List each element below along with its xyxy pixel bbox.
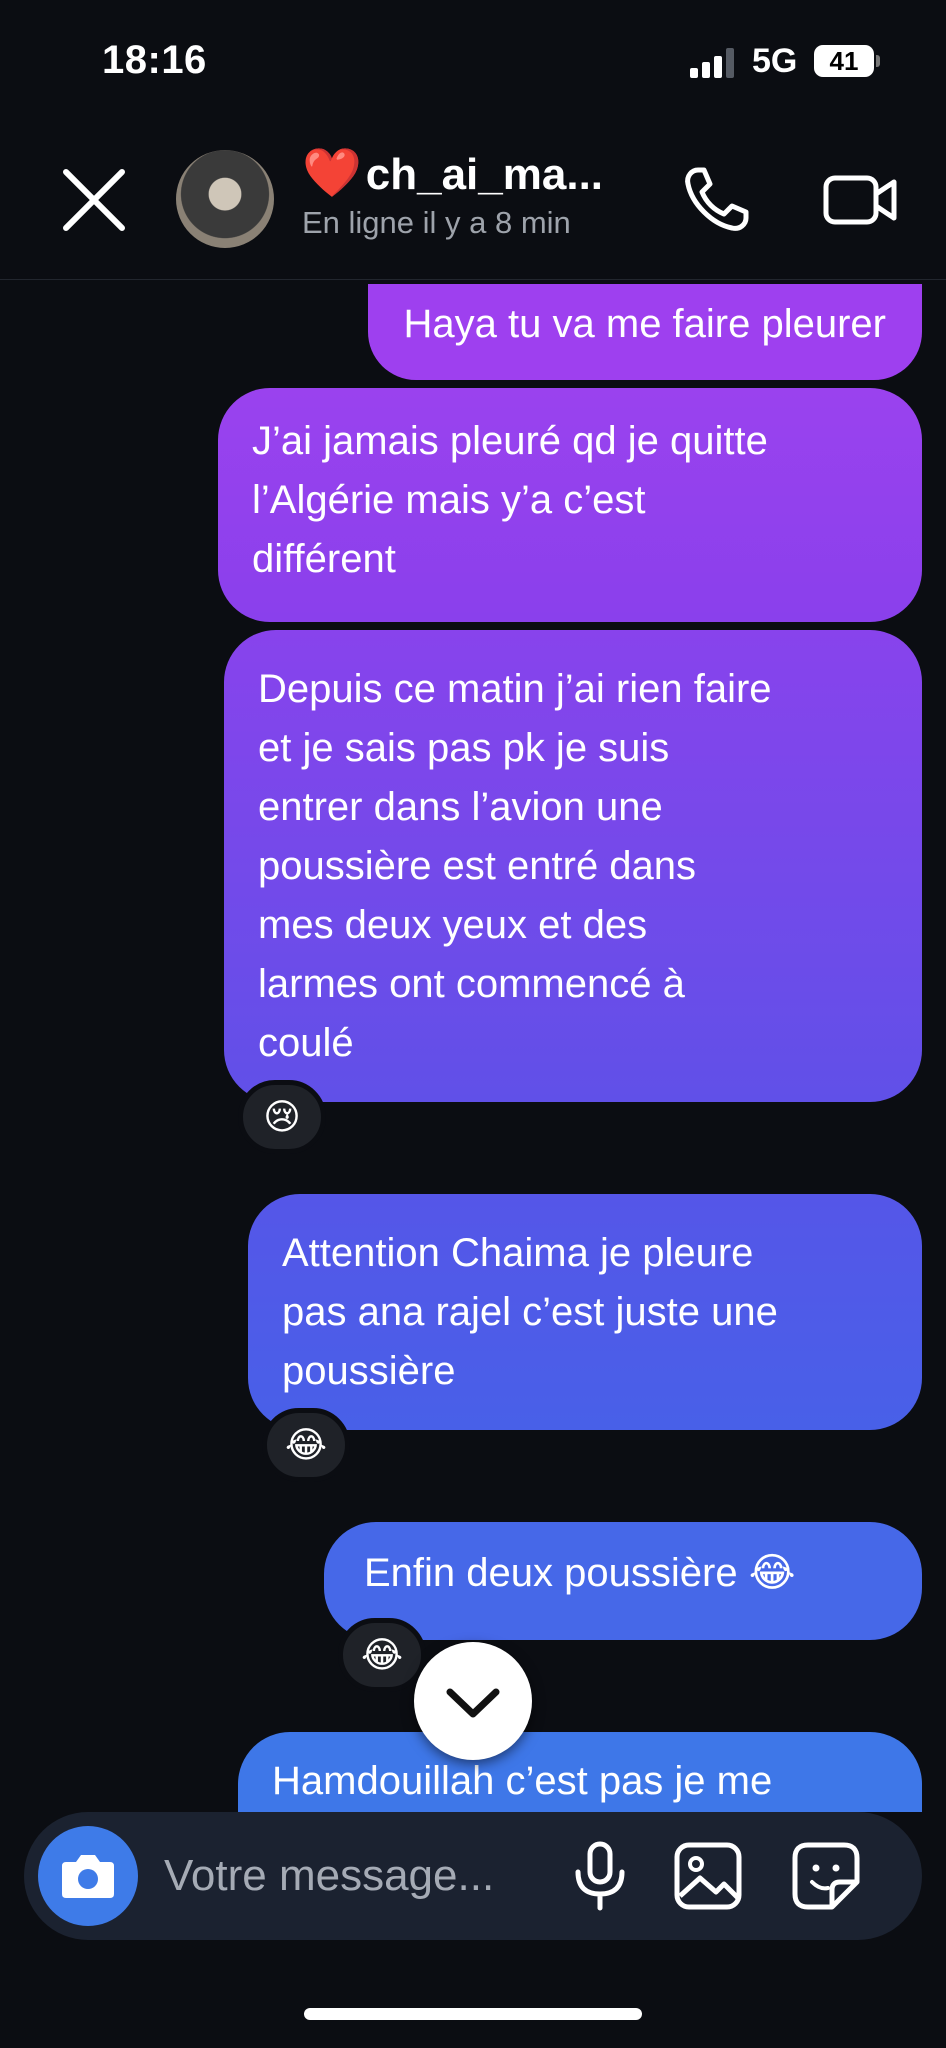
message-reaction[interactable]: 😢 <box>238 1080 326 1154</box>
contact-title[interactable]: ❤️ch_ai_ma... En ligne il y a 8 min <box>302 144 662 241</box>
battery-icon: 41 <box>814 45 874 77</box>
message-bubble[interactable]: Attention Chaima je pleure pas ana rajel… <box>248 1194 922 1430</box>
message-composer <box>24 1812 922 1940</box>
message-reaction[interactable]: 😂 <box>262 1408 350 1482</box>
microphone-icon <box>575 1841 625 1911</box>
microphone-button[interactable] <box>564 1840 636 1912</box>
battery-tip <box>876 55 880 67</box>
status-time: 18:16 <box>102 38 207 82</box>
camera-icon <box>62 1855 114 1898</box>
message-bubble[interactable]: Hamdouillah c’est pas je me <box>238 1732 922 1812</box>
presence-status: En ligne il y a 8 min <box>302 205 571 240</box>
status-bar: 18:16 5G 41 <box>0 0 946 120</box>
message-bubble[interactable]: Haya tu va me faire pleurer <box>367 284 922 380</box>
avatar[interactable] <box>176 150 274 248</box>
chat-header: ❤️ch_ai_ma... En ligne il y a 8 min <box>0 120 946 280</box>
phone-icon <box>685 167 749 231</box>
close-icon <box>63 169 125 231</box>
message-bubble[interactable]: Enfin deux poussière 😂 <box>324 1522 922 1640</box>
message-bubble[interactable]: Depuis ce matin j’ai rien faire et je sa… <box>224 630 922 1102</box>
network-type: 5G <box>752 42 798 80</box>
gallery-button[interactable] <box>672 1840 744 1912</box>
scroll-to-bottom-button[interactable] <box>414 1642 532 1760</box>
heart-emoji: ❤️ <box>302 147 362 200</box>
sticker-button[interactable] <box>790 1840 862 1912</box>
home-indicator[interactable] <box>304 2008 642 2020</box>
contact-name-text: ch_ai_ma... <box>365 150 604 199</box>
message-bubble[interactable]: J’ai jamais pleuré qd je quitte l’Algéri… <box>218 388 922 622</box>
voice-call-button[interactable] <box>680 164 752 236</box>
video-camera-icon <box>823 175 897 225</box>
video-call-button[interactable] <box>822 164 900 236</box>
close-button[interactable] <box>58 164 130 236</box>
message-input[interactable] <box>164 1846 554 1906</box>
signal-icon <box>690 48 738 78</box>
contact-name: ❤️ch_ai_ma... <box>302 144 662 201</box>
sticker-icon <box>792 1842 860 1910</box>
camera-button[interactable] <box>38 1826 138 1926</box>
image-icon <box>674 1842 742 1910</box>
message-reaction[interactable]: 😂 <box>338 1618 426 1692</box>
chevron-down-icon <box>446 1688 500 1718</box>
